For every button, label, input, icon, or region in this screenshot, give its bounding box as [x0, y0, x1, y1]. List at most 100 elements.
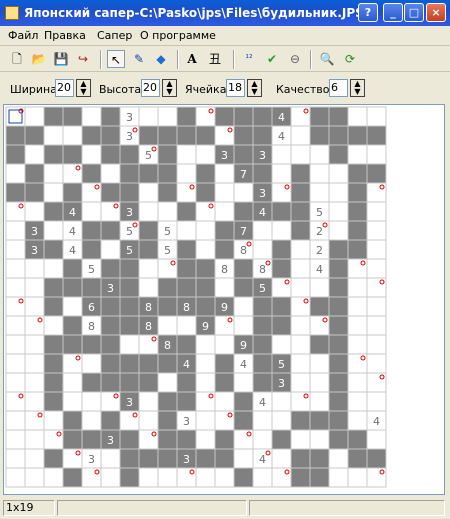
grid-cell[interactable]: [233, 391, 254, 412]
grid-cell[interactable]: [100, 144, 121, 165]
grid-cell[interactable]: [81, 144, 102, 165]
grid-cell[interactable]: [138, 182, 159, 203]
grid-cell[interactable]: [271, 296, 292, 317]
grid-cell[interactable]: [24, 372, 45, 393]
grid-cell[interactable]: [347, 144, 368, 165]
help-button[interactable]: ?: [358, 3, 378, 22]
grid-cell[interactable]: [290, 372, 311, 393]
grid-cell[interactable]: [157, 182, 178, 203]
grid-cell[interactable]: [271, 315, 292, 336]
grid-cell[interactable]: [43, 296, 64, 317]
grid-cell[interactable]: [176, 372, 197, 393]
grid-cell[interactable]: [43, 144, 64, 165]
grid-cell[interactable]: [157, 429, 178, 450]
grid-cell[interactable]: [214, 239, 235, 260]
save-button[interactable]: 💾: [52, 50, 70, 68]
grid-cell[interactable]: [195, 125, 216, 146]
grid-cell[interactable]: [290, 239, 311, 260]
grid-cell[interactable]: [195, 144, 216, 165]
grid-cell[interactable]: [309, 353, 330, 374]
grid-cell[interactable]: [5, 277, 26, 298]
grid-cell[interactable]: [252, 163, 273, 184]
open-file-button[interactable]: 📂: [30, 50, 48, 68]
grid-cell[interactable]: [290, 201, 311, 222]
grid-cell[interactable]: [5, 353, 26, 374]
grid-cell[interactable]: [62, 125, 83, 146]
grid-cell[interactable]: [252, 467, 273, 488]
grid-cell[interactable]: [309, 277, 330, 298]
grid-cell[interactable]: [290, 144, 311, 165]
quality-spinner[interactable]: ▲ ▼: [350, 79, 365, 97]
grid-cell[interactable]: [366, 220, 387, 241]
grid-cell[interactable]: [100, 239, 121, 260]
grid-cell[interactable]: [214, 220, 235, 241]
grid-cell[interactable]: [347, 372, 368, 393]
grid-cell[interactable]: [62, 258, 83, 279]
maximize-button[interactable]: □: [404, 3, 424, 22]
grid-cell[interactable]: [176, 315, 197, 336]
grid-cell[interactable]: [328, 410, 349, 431]
grid-cell[interactable]: [328, 277, 349, 298]
grid-cell[interactable]: [119, 334, 140, 355]
grid-cell[interactable]: [5, 467, 26, 488]
grid-cell[interactable]: [271, 410, 292, 431]
grid-cell[interactable]: [309, 410, 330, 431]
grid-cell[interactable]: [366, 144, 387, 165]
grid-cell[interactable]: [290, 220, 311, 241]
grid-cell[interactable]: [24, 163, 45, 184]
grid-cell[interactable]: [24, 144, 45, 165]
grid-cell[interactable]: [271, 448, 292, 469]
grid-cell[interactable]: [328, 334, 349, 355]
puzzle-grid[interactable]: 3 43 45 3 3734 3 4 53 4 5 5 7 23 4 5 5 8 25 8 8 43 56 8 8 98 8 98 9…: [4, 105, 444, 494]
grid-text-tool-button[interactable]: 丑: [206, 50, 224, 68]
grid-cell[interactable]: [43, 220, 64, 241]
cell-size-field[interactable]: 18: [226, 79, 245, 97]
grid-cell[interactable]: [81, 391, 102, 412]
grid-cell[interactable]: [328, 106, 349, 127]
grid-cell[interactable]: [62, 391, 83, 412]
grid-cell[interactable]: [214, 391, 235, 412]
grid-cell[interactable]: [290, 277, 311, 298]
grid-cell[interactable]: [119, 429, 140, 450]
grid-cell[interactable]: [195, 410, 216, 431]
grid-cell[interactable]: [138, 448, 159, 469]
grid-cell[interactable]: [233, 372, 254, 393]
grid-cell[interactable]: [347, 220, 368, 241]
grid-cell[interactable]: [347, 467, 368, 488]
grid-cell[interactable]: [195, 182, 216, 203]
grid-cell[interactable]: [24, 296, 45, 317]
grid-cell[interactable]: [347, 125, 368, 146]
grid-cell[interactable]: [43, 372, 64, 393]
grid-cell[interactable]: [214, 163, 235, 184]
grid-cell[interactable]: [347, 334, 368, 355]
grid-cell[interactable]: [81, 163, 102, 184]
grid-cell[interactable]: [309, 391, 330, 412]
grid-cell[interactable]: [43, 448, 64, 469]
grid-cell[interactable]: [176, 163, 197, 184]
grid-cell[interactable]: [5, 182, 26, 203]
grid-cell[interactable]: [5, 372, 26, 393]
grid-cell[interactable]: [157, 372, 178, 393]
grid-cell[interactable]: [271, 258, 292, 279]
grid-cell[interactable]: [24, 277, 45, 298]
grid-cell[interactable]: [100, 315, 121, 336]
grid-cell[interactable]: [195, 429, 216, 450]
grid-cell[interactable]: [43, 334, 64, 355]
grid-cell[interactable]: [43, 410, 64, 431]
grid-cell[interactable]: [24, 106, 45, 127]
grid-cell[interactable]: [195, 372, 216, 393]
grid-cell[interactable]: [309, 334, 330, 355]
grid-cell[interactable]: [290, 182, 311, 203]
grid-cell[interactable]: [62, 467, 83, 488]
pencil-tool-button[interactable]: ✎: [130, 50, 148, 68]
grid-cell[interactable]: [81, 334, 102, 355]
grid-cell[interactable]: [100, 125, 121, 146]
grid-cell[interactable]: [176, 391, 197, 412]
grid-cell[interactable]: [138, 201, 159, 222]
grid-cell[interactable]: [366, 296, 387, 317]
stop-button[interactable]: ⊖: [286, 50, 304, 68]
grid-cell[interactable]: [43, 353, 64, 374]
grid-cell[interactable]: [176, 144, 197, 165]
grid-cell[interactable]: [157, 106, 178, 127]
grid-cell[interactable]: [309, 372, 330, 393]
